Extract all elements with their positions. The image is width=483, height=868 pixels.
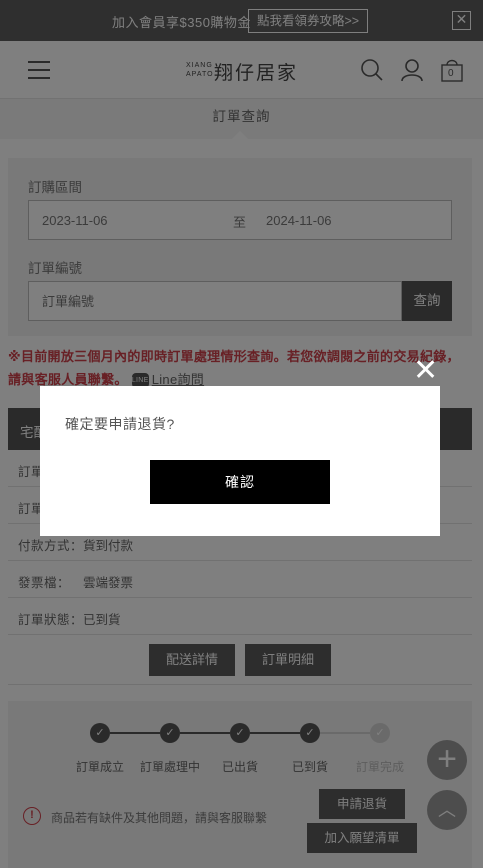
confirm-button[interactable]: 確認: [150, 460, 330, 504]
modal-close-icon[interactable]: ✕: [413, 356, 438, 386]
dialog-message: 確定要申請退貨?: [65, 416, 175, 432]
confirm-dialog: 確定要申請退貨? 確認: [40, 386, 440, 536]
